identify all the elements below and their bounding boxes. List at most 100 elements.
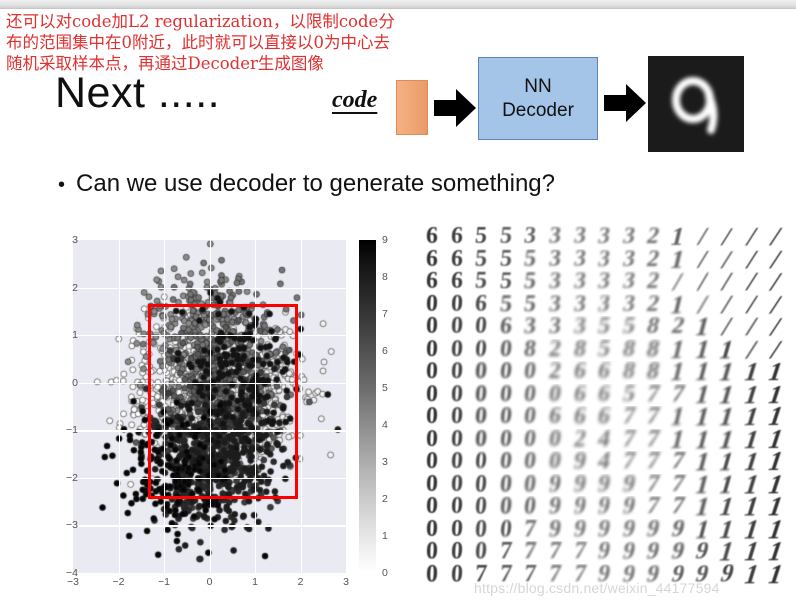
generated-digit-glyph: 5 <box>523 271 538 294</box>
generated-digit-glyph: 0 <box>474 473 489 497</box>
generated-digit-cell: 1 <box>714 519 739 542</box>
generated-digit-cell: 5 <box>518 271 543 294</box>
colorbar <box>359 240 376 573</box>
generated-digit-glyph: / <box>719 248 735 272</box>
generated-digit-glyph: / <box>743 293 760 317</box>
generated-digit-cell: / <box>763 249 788 272</box>
generated-digit-glyph: 9 <box>547 473 563 497</box>
generated-digit-cell: 6 <box>445 271 470 294</box>
generated-digit-glyph: 3 <box>523 226 538 249</box>
generated-digit-cell: 5 <box>494 294 519 317</box>
generated-digit-cell: 1 <box>690 361 715 384</box>
generated-digit-glyph: 0 <box>474 361 489 384</box>
generated-digit-glyph: 0 <box>498 338 514 362</box>
gridline-vertical <box>209 240 211 573</box>
generated-digit-cell: 1 <box>763 361 788 384</box>
generated-digit-glyph: / <box>719 293 735 317</box>
generated-digit-cell: 9 <box>592 496 617 519</box>
generated-digit-glyph: 0 <box>450 316 464 339</box>
generated-digit-cell: 3 <box>592 271 617 294</box>
generated-digit-cell: 0 <box>445 564 470 587</box>
x-tick-label: −1 <box>158 576 170 588</box>
generated-digit-glyph: 9 <box>595 518 613 542</box>
generated-digit-glyph: 1 <box>716 496 738 519</box>
generated-digit-cell: 1 <box>739 496 764 519</box>
generated-digit-glyph: 6 <box>571 383 588 407</box>
generated-digit-glyph: 1 <box>691 428 713 452</box>
generated-digit-cell: / <box>739 226 764 249</box>
generated-digit-cell: 6 <box>494 316 519 339</box>
generated-digit-glyph: 5 <box>474 226 489 249</box>
generated-digit-glyph: 7 <box>644 383 663 407</box>
generated-digit-cell: / <box>739 249 764 272</box>
generated-digit-glyph: 5 <box>523 293 538 317</box>
gridline-horizontal <box>73 335 346 337</box>
generated-digit-glyph: 0 <box>425 451 439 474</box>
generated-digit-cell: 7 <box>543 541 568 564</box>
generated-digit-glyph: 9 <box>644 541 663 564</box>
generated-digit-cell: 3 <box>616 249 641 272</box>
generated-digit-cell: 0 <box>445 519 470 542</box>
generated-digit-glyph: 0 <box>450 293 464 317</box>
generated-digit-cell: 0 <box>420 541 445 564</box>
generated-digit-glyph: 1 <box>691 496 713 519</box>
generated-digit-glyph: 0 <box>425 473 439 497</box>
colorbar-tick-label: 0 <box>382 567 388 579</box>
generated-digit-cell: 1 <box>739 564 764 587</box>
generated-digit-glyph: 1 <box>764 451 788 474</box>
generated-digit-cell: 0 <box>445 429 470 452</box>
generated-digit-cell: 0 <box>518 496 543 519</box>
colorbar-tick-label: 7 <box>382 308 388 320</box>
x-tick-label: 2 <box>297 576 304 588</box>
generated-digit-glyph: 9 <box>644 518 663 542</box>
generated-digit-cell: 1 <box>739 541 764 564</box>
generated-digit-glyph: 3 <box>620 226 638 249</box>
generated-digit-cell: 1 <box>763 519 788 542</box>
generated-digit-glyph: 3 <box>595 226 613 249</box>
generated-digit-cell: 3 <box>543 294 568 317</box>
nn-decoder-line2: Decoder <box>502 99 574 121</box>
generated-digit-cell: 1 <box>665 226 690 249</box>
generated-digit-glyph: 1 <box>667 361 688 384</box>
generated-digit-cell: 1 <box>690 384 715 407</box>
generated-digit-glyph: 3 <box>620 248 638 272</box>
generated-digit-glyph: 1 <box>740 496 763 519</box>
generated-digit-cell: 3 <box>567 294 592 317</box>
generated-digit-glyph: 3 <box>571 293 588 317</box>
scatter-plot-area <box>73 240 346 573</box>
generated-digit-glyph: 1 <box>691 338 713 362</box>
colorbar-tick-label: 5 <box>382 382 388 394</box>
generated-digit-glyph: / <box>767 226 785 249</box>
generated-digit-cell: 1 <box>665 361 690 384</box>
colorbar-tick-label: 8 <box>382 271 388 283</box>
generated-digit-glyph: 9 <box>571 496 588 519</box>
generated-digit-glyph: 0 <box>450 563 464 587</box>
generated-digit-glyph: 5 <box>620 383 638 407</box>
generated-digit-cell: 1 <box>714 361 739 384</box>
bullet-dot-icon: • <box>58 174 66 196</box>
generated-digit-glyph: 0 <box>474 496 489 519</box>
x-tick-label: −3 <box>67 576 79 588</box>
generated-digit-cell: / <box>739 316 764 339</box>
generated-digit-cell: 0 <box>518 361 543 384</box>
generated-digit-cell: 1 <box>665 249 690 272</box>
generated-digit-glyph: 1 <box>716 518 738 542</box>
generated-digit-glyph: 8 <box>644 316 663 339</box>
generated-digit-cell: 1 <box>763 564 788 587</box>
generated-digit-glyph: 2 <box>644 271 663 294</box>
generated-digit-glyph: 0 <box>450 361 464 384</box>
generated-digit-cell: 5 <box>494 249 519 272</box>
generated-digit-glyph: 0 <box>450 496 464 519</box>
generated-digit-cell: 2 <box>543 361 568 384</box>
generated-digit-cell: 0 <box>518 429 543 452</box>
generated-digit-glyph: 6 <box>595 361 613 384</box>
generated-digit-cell: 9 <box>616 541 641 564</box>
generated-digit-glyph: / <box>767 293 785 317</box>
generated-digit-cell: 1 <box>665 429 690 452</box>
generated-digit-glyph: 3 <box>595 271 613 294</box>
generated-digit-cell: / <box>714 294 739 317</box>
generated-digit-glyph: 2 <box>668 316 687 339</box>
generated-digit-cell: 1 <box>714 496 739 519</box>
generated-digit-cell: 8 <box>567 339 592 362</box>
generated-digit-glyph: 0 <box>450 541 464 564</box>
